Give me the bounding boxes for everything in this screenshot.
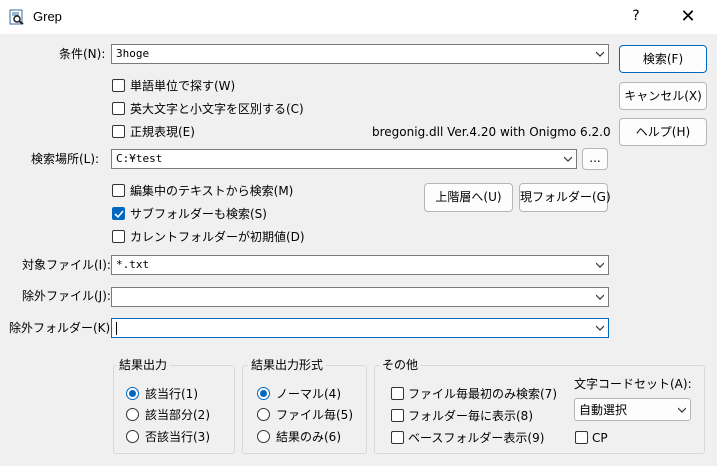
chevron-down-icon	[564, 156, 572, 162]
radio-results-only[interactable]	[257, 430, 270, 443]
chevron-down-icon	[596, 294, 604, 300]
normal-label: ノーマル(4)	[276, 387, 341, 401]
exclude-folders-combobox[interactable]	[111, 318, 609, 338]
case-sensitive-checkbox[interactable]	[112, 102, 125, 115]
search-button[interactable]: 検索(F)	[619, 45, 707, 73]
chevron-down-icon	[596, 51, 604, 57]
current-folder-default-label: カレントフォルダーが初期値(D)	[130, 230, 305, 244]
radio-normal[interactable]	[257, 387, 270, 400]
regex-library-info: bregonig.dll Ver.4.20 with Onigmo 6.2.0	[372, 125, 611, 139]
condition-combobox[interactable]: 3hoge	[111, 44, 609, 64]
results-only-label: 結果のみ(6)	[276, 430, 341, 444]
exclude-files-label: 除外ファイル(J):	[22, 289, 111, 303]
check-icon	[114, 210, 124, 219]
search-edited-text-label: 編集中のテキストから検索(M)	[130, 184, 294, 198]
subfolders-checkbox[interactable]	[112, 207, 125, 220]
chevron-down-icon	[596, 262, 604, 268]
per-file-label: ファイル毎(5)	[276, 408, 353, 422]
other-title: その他	[379, 358, 422, 372]
first-match-per-file-label: ファイル毎最初のみ検索(7)	[408, 387, 557, 401]
target-files-label: 対象ファイル(I):	[22, 258, 111, 272]
case-sensitive-label: 英大文字と小文字を区別する(C)	[130, 102, 304, 116]
radio-matching-part[interactable]	[126, 408, 139, 421]
exclude-folders-label: 除外フォルダー(K):	[9, 321, 115, 335]
grep-app-icon	[9, 9, 25, 25]
parent-folder-button[interactable]: 上階層へ(U)	[424, 183, 513, 212]
exclude-files-combobox[interactable]	[111, 287, 609, 307]
matching-line-label: 該当行(1)	[145, 387, 198, 401]
radio-non-matching-line[interactable]	[126, 430, 139, 443]
per-folder-display-checkbox[interactable]	[391, 409, 404, 422]
base-folder-display-label: ベースフォルダー表示(9)	[408, 431, 545, 445]
browse-folder-button[interactable]: ...	[582, 148, 608, 170]
title-bar: Grep ? ✕	[0, 0, 717, 34]
current-folder-default-checkbox[interactable]	[112, 230, 125, 243]
radio-per-file[interactable]	[257, 408, 270, 421]
chevron-down-icon	[596, 325, 604, 331]
location-combobox[interactable]: C:¥test	[111, 149, 577, 169]
result-format-title: 結果出力形式	[248, 358, 327, 372]
cancel-button[interactable]: キャンセル(X)	[619, 82, 707, 110]
radio-matching-line[interactable]	[126, 387, 139, 400]
target-files-combobox[interactable]: *.txt	[111, 255, 609, 275]
matching-part-label: 該当部分(2)	[145, 408, 210, 422]
target-files-value: *.txt	[116, 258, 150, 271]
subfolders-label: サブフォルダーも検索(S)	[130, 207, 267, 221]
help-button[interactable]: ヘルプ(H)	[619, 118, 707, 146]
per-folder-display-label: フォルダー毎に表示(8)	[408, 409, 533, 423]
search-edited-text-checkbox[interactable]	[112, 184, 125, 197]
text-caret	[116, 322, 117, 335]
regex-label: 正規表現(E)	[130, 125, 195, 139]
grep-dialog: Grep ? ✕ 条件(N): 3hoge 検索(F) キャンセル(X) ヘルプ…	[0, 0, 717, 466]
charset-select[interactable]: 自動選択	[574, 398, 691, 421]
condition-value: 3hoge	[116, 47, 150, 60]
condition-label: 条件(N):	[59, 47, 106, 61]
location-value: C:¥test	[116, 152, 163, 165]
window-title: Grep	[33, 9, 62, 24]
result-output-title: 結果出力	[116, 358, 171, 372]
first-match-per-file-checkbox[interactable]	[391, 387, 404, 400]
regex-checkbox[interactable]	[112, 125, 125, 138]
chevron-down-icon	[678, 407, 686, 413]
cp-label: CP	[592, 431, 608, 445]
close-icon[interactable]: ✕	[677, 6, 699, 28]
current-folder-button[interactable]: 現フォルダー(G)	[519, 183, 611, 212]
location-label: 検索場所(L):	[31, 152, 100, 166]
non-matching-line-label: 否該当行(3)	[145, 430, 210, 444]
cp-checkbox[interactable]	[575, 431, 588, 444]
charset-value: 自動選択	[579, 403, 628, 417]
base-folder-display-checkbox[interactable]	[391, 431, 404, 444]
help-icon[interactable]: ?	[626, 6, 646, 26]
charset-label: 文字コードセット(A):	[574, 377, 692, 391]
whole-word-checkbox[interactable]	[112, 79, 125, 92]
whole-word-label: 単語単位で探す(W)	[130, 79, 236, 93]
